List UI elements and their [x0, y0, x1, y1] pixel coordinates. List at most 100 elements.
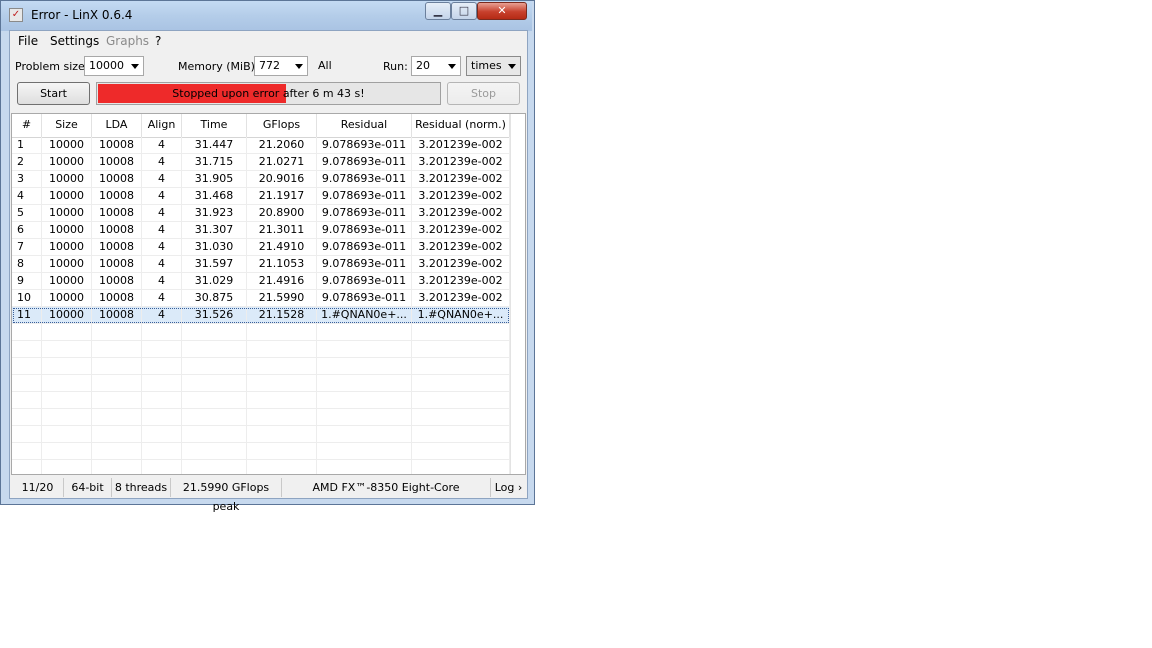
cell-size — [42, 392, 92, 409]
run-count-combo[interactable]: 20 — [411, 56, 461, 76]
cell-residual-norm — [412, 426, 510, 443]
cell-align: 4 — [142, 137, 182, 154]
cell-gflops — [247, 460, 317, 474]
problem-size-combo[interactable]: 10000 — [84, 56, 144, 76]
cell-residual-norm: 3.201239e-002 — [412, 171, 510, 188]
cell-residual-norm — [412, 392, 510, 409]
memory-all-link[interactable]: All — [318, 59, 332, 72]
start-button[interactable]: Start — [17, 82, 90, 105]
stop-button[interactable]: Stop — [447, 82, 520, 105]
linx-app-icon[interactable]: ✓ — [9, 8, 23, 22]
column-header-col-residual[interactable]: Residual — [317, 114, 412, 137]
cell-gflops — [247, 409, 317, 426]
log-button[interactable]: Log › — [490, 478, 526, 497]
menu-graphs[interactable]: Graphs — [106, 34, 149, 48]
cell-residual-norm: 3.201239e-002 — [412, 273, 510, 290]
cell-residual — [317, 341, 412, 358]
column-header-col-align[interactable]: Align — [142, 114, 182, 137]
table-row[interactable]: 10 10000 10008 4 30.875 21.5990 9.078693e-011 3… — [12, 290, 510, 307]
cell-residual-norm — [412, 460, 510, 474]
cell-gflops — [247, 392, 317, 409]
cell-align: 4 — [142, 239, 182, 256]
cell-time: 31.030 — [182, 239, 247, 256]
cell-size: 10000 — [42, 273, 92, 290]
table-row-empty — [12, 460, 510, 474]
column-header-col-index[interactable]: # — [12, 114, 42, 137]
table-row[interactable]: 1 10000 10008 4 31.447 21.2060 9.078693e-011 3.… — [12, 137, 510, 154]
menu-settings[interactable]: Settings — [50, 34, 99, 48]
column-header-col-lda[interactable]: LDA — [92, 114, 142, 137]
cell-size: 10000 — [42, 290, 92, 307]
cell-index — [12, 324, 42, 341]
cell-lda: 10008 — [92, 290, 142, 307]
memory-combo[interactable]: 772 — [254, 56, 308, 76]
cell-index: 10 — [12, 290, 42, 307]
cell-residual — [317, 375, 412, 392]
maximize-button[interactable]: □ — [451, 2, 477, 20]
cell-time: 31.597 — [182, 256, 247, 273]
menu-help[interactable]: ? — [155, 34, 161, 48]
table-row[interactable]: 4 10000 10008 4 31.468 21.1917 9.078693e-011 3.… — [12, 188, 510, 205]
minimize-icon: ▁ — [433, 4, 443, 17]
maximize-icon: □ — [458, 4, 470, 17]
cell-lda: 10008 — [92, 239, 142, 256]
cell-time: 31.307 — [182, 222, 247, 239]
cell-residual-norm: 3.201239e-002 — [412, 205, 510, 222]
status-run-progress: 11/20 — [12, 478, 64, 497]
table-row[interactable]: 9 10000 10008 4 31.029 21.4916 9.078693e-011 3.… — [12, 273, 510, 290]
column-header-col-gflops[interactable]: GFlops — [247, 114, 317, 137]
chevron-down-icon — [448, 64, 456, 69]
cell-index: 5 — [12, 205, 42, 222]
table-row[interactable]: 8 10000 10008 4 31.597 21.1053 9.078693e-011 3.… — [12, 256, 510, 273]
cell-residual — [317, 409, 412, 426]
table-row[interactable]: 11 10000 10008 4 31.526 21.1528 1.#QNAN0e+... 1… — [12, 307, 510, 324]
cell-size — [42, 460, 92, 474]
cell-size: 10000 — [42, 205, 92, 222]
cell-index — [12, 443, 42, 460]
cell-gflops: 21.5990 — [247, 290, 317, 307]
cell-residual-norm: 1.#QNAN0e+... — [412, 307, 510, 324]
cell-align: 4 — [142, 171, 182, 188]
menu-file[interactable]: File — [18, 34, 38, 48]
cell-gflops: 20.9016 — [247, 171, 317, 188]
cell-gflops: 21.4916 — [247, 273, 317, 290]
cell-time — [182, 409, 247, 426]
memory-value: 772 — [259, 59, 280, 72]
table-row[interactable]: 6 10000 10008 4 31.307 21.3011 9.078693e-011 3.… — [12, 222, 510, 239]
run-unit-combo[interactable]: times — [466, 56, 521, 76]
problem-size-value: 10000 — [89, 59, 124, 72]
table-row[interactable]: 5 10000 10008 4 31.923 20.8900 9.078693e-011 3.… — [12, 205, 510, 222]
column-header-col-residual-norm[interactable]: Residual (norm.) — [412, 114, 510, 137]
table-row[interactable]: 2 10000 10008 4 31.715 21.0271 9.078693e-011 3.… — [12, 154, 510, 171]
column-header-col-time[interactable]: Time — [182, 114, 247, 137]
table-row[interactable]: 7 10000 10008 4 31.030 21.4910 9.078693e-011 3.… — [12, 239, 510, 256]
cell-lda — [92, 341, 142, 358]
cell-residual-norm — [412, 358, 510, 375]
column-header-col-size[interactable]: Size — [42, 114, 92, 137]
cell-size — [42, 358, 92, 375]
table-scroll-gutter — [510, 114, 525, 474]
cell-align — [142, 409, 182, 426]
cell-time — [182, 358, 247, 375]
cell-time — [182, 392, 247, 409]
cell-time: 30.875 — [182, 290, 247, 307]
chevron-down-icon — [295, 64, 303, 69]
cell-residual-norm: 3.201239e-002 — [412, 239, 510, 256]
cell-lda: 10008 — [92, 137, 142, 154]
cell-residual: 9.078693e-011 — [317, 273, 412, 290]
cell-index — [12, 409, 42, 426]
minimize-button[interactable]: ▁ — [425, 2, 451, 20]
cell-time — [182, 375, 247, 392]
table-row-empty — [12, 324, 510, 341]
cell-residual-norm — [412, 443, 510, 460]
run-label: Run: — [383, 60, 408, 73]
close-button[interactable]: ✕ — [477, 2, 527, 20]
cell-gflops — [247, 324, 317, 341]
cell-residual: 9.078693e-011 — [317, 239, 412, 256]
table-row[interactable]: 3 10000 10008 4 31.905 20.9016 9.078693e-011 3.… — [12, 171, 510, 188]
results-table[interactable]: # Size LDA Align Time GFlops Residual Residual … — [11, 113, 526, 475]
cell-residual-norm: 3.201239e-002 — [412, 290, 510, 307]
cell-gflops: 21.4910 — [247, 239, 317, 256]
cell-residual — [317, 426, 412, 443]
cell-lda: 10008 — [92, 256, 142, 273]
